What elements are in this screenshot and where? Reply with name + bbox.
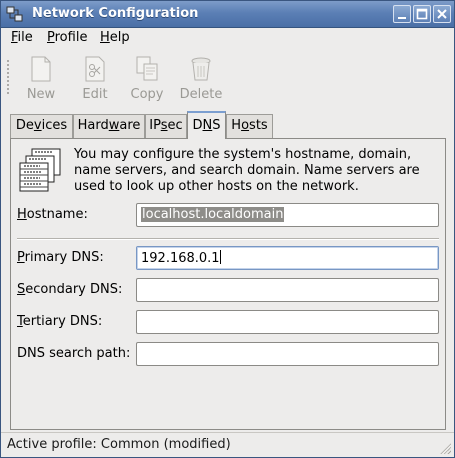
minimize-icon <box>398 17 406 19</box>
copy-button[interactable]: Copy <box>121 55 173 103</box>
hostname-field[interactable]: localhost.localdomain <box>136 203 439 227</box>
dns-search-path-field[interactable] <box>136 342 439 366</box>
menu-bar: File Profile Help <box>1 28 454 50</box>
primary-dns-value: 192.168.0.1 <box>141 251 220 266</box>
hostname-label: Hostname: <box>17 207 88 222</box>
dns-search-path-label: DNS search path: <box>17 346 131 361</box>
primary-dns-label-mnemonic: P <box>17 250 25 265</box>
tab-hardware[interactable]: Hardware <box>73 114 145 138</box>
maximize-button[interactable] <box>413 5 431 23</box>
secondary-dns-label-text: econdary DNS: <box>25 282 123 297</box>
window-title: Network Configuration <box>32 6 199 21</box>
delete-button[interactable]: Delete <box>175 55 227 103</box>
new-document-icon <box>31 56 51 82</box>
tab-ipsec-label-a: IP <box>149 118 161 133</box>
copy-icon <box>136 56 158 81</box>
menu-profile-mnemonic: P <box>47 30 55 45</box>
toolbar-grip[interactable] <box>6 59 10 95</box>
close-icon <box>437 9 447 19</box>
tertiary-dns-label-text: ertiary DNS: <box>22 314 103 329</box>
toolbar: New Edit Copy Delete <box>1 51 454 105</box>
edit-icon <box>85 56 105 82</box>
dns-info-text: You may configure the system's hostname,… <box>74 147 420 194</box>
menu-file-label: ile <box>17 30 33 45</box>
address-book-icon <box>19 148 61 192</box>
status-text: Active profile: Common (modified) <box>7 437 231 452</box>
close-button[interactable] <box>433 5 451 23</box>
hostname-value: localhost.localdomain <box>141 207 285 222</box>
edit-button[interactable]: Edit <box>69 55 121 103</box>
maximize-icon <box>416 8 428 20</box>
tertiary-dns-label: Tertiary DNS: <box>17 314 102 329</box>
network-app-icon <box>6 6 23 22</box>
text-cursor <box>219 250 221 264</box>
tertiary-dns-field[interactable] <box>136 310 439 334</box>
tab-ipsec-mnemonic: s <box>160 118 168 133</box>
tab-devices-label-a: De <box>15 118 34 133</box>
primary-dns-field[interactable]: 192.168.0.1 <box>136 246 439 270</box>
tab-dns-label-b: S <box>212 118 221 133</box>
tab-devices-label-b: ices <box>41 118 68 133</box>
secondary-dns-field[interactable] <box>136 278 439 302</box>
status-bar: Active profile: Common (modified) <box>1 432 454 457</box>
dns-panel: You may configure the system's hostname,… <box>10 138 446 430</box>
menu-help-label: elp <box>109 30 130 45</box>
tab-ipsec-label-b: ec <box>167 118 183 133</box>
tab-dns-mnemonic: N <box>202 118 213 133</box>
delete-button-label: Delete <box>179 87 223 102</box>
trash-icon <box>191 57 211 81</box>
menu-help[interactable]: Help <box>100 30 130 45</box>
tab-hosts[interactable]: Hosts <box>226 114 273 138</box>
network-configuration-window: Network Configuration File Profile Help … <box>0 0 455 458</box>
tab-hardware-label-b: are <box>119 118 141 133</box>
tab-devices-mnemonic: v <box>33 118 42 133</box>
minimize-button[interactable] <box>393 5 411 23</box>
tab-ipsec[interactable]: IPsec <box>145 114 187 138</box>
tab-hosts-label-b: sts <box>249 118 268 133</box>
tab-devices[interactable]: Devices <box>10 114 73 138</box>
new-button-label: New <box>26 87 56 102</box>
tab-hosts-mnemonic: o <box>241 118 250 133</box>
tab-hardware-label-a: Hard <box>77 118 109 133</box>
menu-profile-label: rofile <box>54 30 88 45</box>
primary-dns-label: Primary DNS: <box>17 250 104 265</box>
tab-dns[interactable]: DNS <box>187 111 226 139</box>
separator <box>17 238 439 240</box>
tab-hardware-mnemonic: w <box>108 118 120 133</box>
menu-help-mnemonic: H <box>100 30 110 45</box>
primary-dns-label-text: rimary DNS: <box>24 250 104 265</box>
copy-button-label: Copy <box>130 87 164 102</box>
edit-button-label: Edit <box>82 87 108 102</box>
hostname-label-text: ostname: <box>26 207 88 222</box>
tab-hosts-label-a: H <box>231 118 242 133</box>
resize-grip[interactable] <box>439 442 451 454</box>
hostname-label-mnemonic: H <box>17 207 27 222</box>
new-button[interactable]: New <box>15 55 67 103</box>
secondary-dns-label: Secondary DNS: <box>17 282 122 297</box>
menu-profile[interactable]: Profile <box>47 30 87 45</box>
menu-file[interactable]: File <box>11 30 33 45</box>
title-bar[interactable]: Network Configuration <box>1 1 454 28</box>
tab-dns-label-a: D <box>192 118 203 133</box>
